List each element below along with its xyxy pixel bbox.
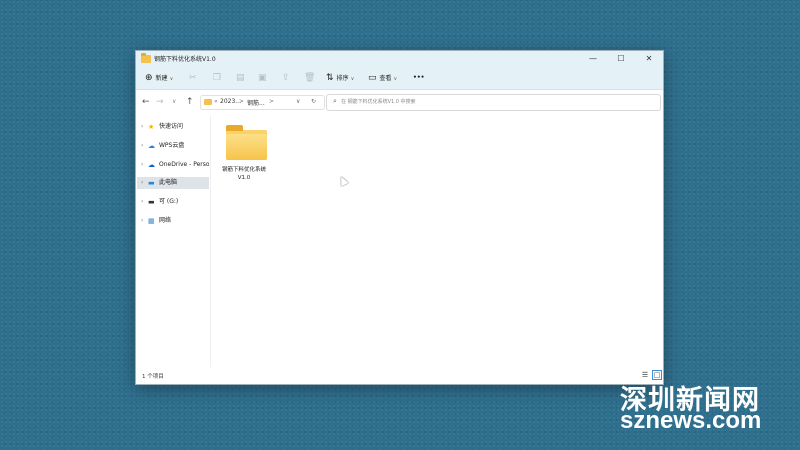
chevron-down-icon: ∨ [393,76,398,82]
watermark-english: sznews.com [620,407,762,434]
command-bar: ⊕ 新建 ∨ ✂ ❐ ▤ ▣ ⇪ 🗑 ⇅ 排序 ∨ ▭ 查看 ∨ ••• [136,67,663,90]
more-options-button[interactable]: ••• [413,67,425,89]
breadcrumb-separator: > [269,98,275,105]
view-button[interactable]: ▭ 查看 ∨ [368,67,397,89]
status-bar: 1 个项目 ☰ □ [136,367,663,384]
sidebar-item-network[interactable]: › ▦ 网络 [137,215,209,227]
computer-icon: ▬ [148,179,155,187]
monitor-icon: ▭ [368,73,377,83]
chevron-right-icon[interactable]: › [141,140,143,152]
delete-icon[interactable]: 🗑 [304,67,315,89]
onedrive-icon: ☁ [148,161,155,169]
chevron-right-icon[interactable]: › [141,177,143,189]
folder-icon [204,99,212,105]
chevron-right-icon[interactable]: › [141,159,143,171]
address-bar[interactable]: « 2023... > 钢筋... > ∨ ↻ [200,95,325,110]
folder-item[interactable]: 钢筋下料优化系统V1.0 [218,123,270,187]
sznews-watermark: 深圳新闻网 sznews.com [620,378,790,434]
folder-icon [226,125,267,160]
cloud-icon: ☁ [148,142,155,150]
chevron-right-icon[interactable]: › [141,121,143,133]
window-title: 钢筋下料优化系统V1.0 [154,56,216,63]
chevron-right-icon[interactable]: › [141,196,143,208]
rename-icon[interactable]: ▣ [258,67,267,89]
address-dropdown-icon[interactable]: ∨ [296,98,300,105]
sidebar-item-quick-access[interactable]: › ★ 快速访问 [137,121,209,133]
minimize-button[interactable]: — [579,51,607,67]
paste-icon[interactable]: ▤ [236,67,245,89]
close-button[interactable]: ✕ [635,51,663,67]
breadcrumb-segment-2023[interactable]: 2023... [220,98,241,105]
search-input[interactable] [341,97,641,107]
plus-circle-icon: ⊕ [145,73,153,83]
breadcrumb-segment-rebar[interactable]: 钢筋... [247,98,265,107]
chevron-right-icon[interactable]: › [141,215,143,227]
title-bar[interactable]: 钢筋下料优化系统V1.0 — ☐ ✕ [136,51,663,67]
copy-icon[interactable]: ❐ [213,67,221,89]
forward-arrow-icon[interactable]: → [156,90,164,114]
search-box[interactable]: ⌕ [326,94,661,111]
network-icon: ▦ [148,217,155,225]
breadcrumb-separator: > [239,98,245,105]
explorer-window: 钢筋下料优化系统V1.0 — ☐ ✕ ⊕ 新建 ∨ ✂ ❐ ▤ ▣ ⇪ 🗑 ⇅ 排序 ∨… [135,50,664,385]
navigation-pane: › ★ 快速访问 › ☁ WPS云盘 › ☁ OneDrive - Person… [136,115,211,367]
sidebar-item-this-pc[interactable]: › ▬ 此电脑 [137,177,209,189]
sidebar-item-wps-cloud[interactable]: › ☁ WPS云盘 [137,140,209,152]
file-list-pane[interactable]: 钢筋下料优化系统V1.0 [212,115,662,367]
cut-icon[interactable]: ✂ [189,67,197,89]
item-count: 1 个项目 [142,374,164,380]
drive-icon: ▬ [148,198,155,206]
history-chevron-icon[interactable]: ∨ [172,90,176,114]
chevron-down-icon: ∨ [350,76,355,82]
search-icon: ⌕ [333,97,337,105]
star-icon: ★ [148,123,155,131]
share-icon[interactable]: ⇪ [282,67,290,89]
chevron-down-icon: ∨ [169,76,174,82]
refresh-icon[interactable]: ↻ [311,98,316,105]
back-arrow-icon[interactable]: ← [142,90,150,114]
sidebar-item-drive-g[interactable]: › ▬ 可 (G:) [137,196,209,208]
folder-name: 钢筋下料优化系统V1.0 [221,167,266,181]
breadcrumb-overflow[interactable]: « [214,98,218,105]
sort-button[interactable]: ⇅ 排序 ∨ [326,67,354,89]
up-arrow-icon[interactable]: ↑ [186,90,194,114]
folder-icon [141,53,151,63]
new-button[interactable]: ⊕ 新建 ∨ [145,67,173,89]
sidebar-item-onedrive[interactable]: › ☁ OneDrive - Personal [137,159,209,171]
sort-icon: ⇅ [326,73,334,83]
maximize-button[interactable]: ☐ [607,51,635,67]
address-bar-row: ← → ∨ ↑ « 2023... > 钢筋... > ∨ ↻ ⌕ [136,90,663,114]
